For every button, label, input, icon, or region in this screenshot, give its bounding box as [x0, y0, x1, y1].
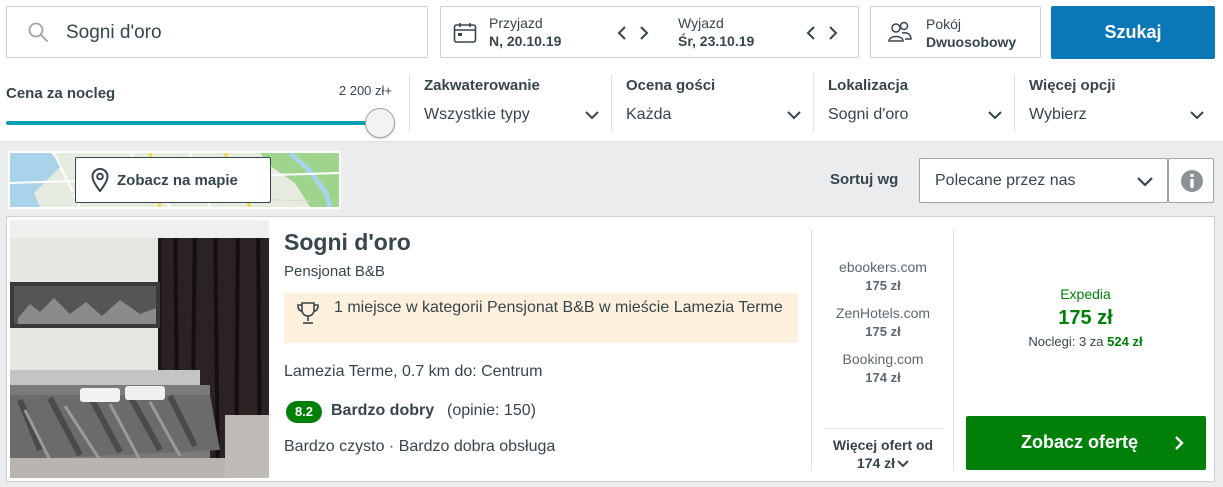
calendar-icon — [453, 23, 477, 43]
offer-price: 175 zł — [865, 324, 901, 339]
view-deal-label: Zobacz ofertę — [1021, 432, 1139, 452]
offers-divider — [825, 428, 943, 429]
sort-value: Polecane przez nas — [935, 172, 1076, 189]
destination-input[interactable]: Sogni d'oro — [6, 6, 428, 58]
hotel-photo-image — [10, 220, 269, 478]
checkout-arrows — [804, 21, 842, 45]
sort-label: Sortuj wg — [830, 171, 899, 188]
chevron-down-icon — [787, 111, 801, 120]
search-icon — [28, 22, 48, 42]
chevron-right-icon — [1175, 436, 1184, 450]
filter-accommodation-title: Zakwaterowanie — [424, 77, 540, 94]
nights-total: 524 zł — [1107, 334, 1143, 349]
view-deal-button[interactable]: Zobacz ofertę — [966, 416, 1206, 470]
search-bar: Sogni d'oro Przyjazd N, 20.10.19 Wyjazd … — [0, 0, 1223, 68]
nights-summary: Noclegi: 3 za 524 zł — [955, 334, 1216, 349]
checkin-label: Przyjazd — [489, 15, 543, 31]
chevron-right-icon — [829, 26, 838, 40]
filter-bar: Cena za nocleg 2 200 zł+ Zakwaterowanie … — [0, 68, 1223, 142]
chevron-down-icon — [1137, 177, 1153, 187]
chevron-right-icon — [640, 26, 649, 40]
filter-guest-rating[interactable]: Ocena gości Każda — [611, 74, 813, 132]
chevron-left-icon — [617, 26, 626, 40]
filter-location[interactable]: Lokalizacja Sogni d'oro — [813, 74, 1014, 132]
hotel-result-card: Sogni d'oro Pensjonat B&B 1 miejsce w ka… — [6, 216, 1215, 482]
price-slider-handle[interactable] — [365, 108, 395, 138]
price-slider-track[interactable] — [6, 121, 382, 125]
offer-price: 174 zł — [865, 370, 901, 385]
info-icon — [1181, 170, 1203, 192]
destination-value: Sogni d'oro — [66, 22, 162, 43]
checkout-value: Śr, 23.10.19 — [678, 33, 755, 49]
award-text: 1 miejsce w kategorii Pensjonat B&B w mi… — [334, 299, 783, 316]
chevron-down-icon — [988, 111, 1002, 120]
offer-booking[interactable]: Booking.com 174 zł — [813, 351, 953, 385]
offer-price: 175 zł — [865, 278, 901, 293]
checkin-value: N, 20.10.19 — [489, 33, 562, 49]
hotel-location: Lamezia Terme, 0.7 km do: Centrum — [284, 363, 543, 380]
filter-location-title: Lokalizacja — [828, 77, 909, 94]
checkout-next-button[interactable] — [826, 21, 840, 45]
filter-more-options[interactable]: Więcej opcji Wybierz — [1014, 74, 1216, 132]
checkout-label: Wyjazd — [678, 15, 724, 31]
column-divider — [953, 229, 954, 471]
hotel-photo[interactable] — [10, 220, 269, 478]
more-offers-label: Więcej ofert od — [832, 437, 934, 453]
trophy-icon — [297, 302, 319, 324]
rating-score-badge: 8.2 — [286, 401, 322, 423]
search-button[interactable]: Szukaj — [1051, 6, 1215, 59]
price-max-label: 2 200 zł+ — [338, 83, 392, 98]
more-offers-price: 174 zł — [856, 455, 896, 471]
checkin-next-button[interactable] — [637, 21, 651, 45]
date-picker[interactable]: Przyjazd N, 20.10.19 Wyjazd Śr, 23.10.19 — [440, 6, 859, 58]
see-on-map-label: Zobacz na mapie — [117, 172, 238, 189]
offer-site: ebookers.com — [839, 259, 927, 275]
column-divider — [811, 229, 812, 471]
see-on-map-button[interactable]: Zobacz na mapie — [75, 157, 271, 203]
more-offers-button[interactable]: Więcej ofert od 174 zł — [813, 437, 953, 471]
filter-more-options-value: Wybierz — [1029, 106, 1087, 123]
checkout-date[interactable]: Wyjazd Śr, 23.10.19 — [678, 15, 754, 49]
chevron-left-icon — [806, 26, 815, 40]
rating-count: (opinie: 150) — [447, 402, 536, 419]
chevron-down-icon — [1190, 111, 1204, 120]
more-offers-price-row: 174 zł — [813, 455, 953, 471]
checkin-prev-button[interactable] — [615, 21, 629, 45]
offer-zenhotels[interactable]: ZenHotels.com 175 zł — [813, 305, 953, 339]
room-selector[interactable]: Pokój Dwuosobowy — [870, 6, 1041, 58]
hotel-type: Pensjonat B&B — [284, 263, 385, 280]
filter-more-options-title: Więcej opcji — [1029, 77, 1116, 94]
review-highlights: Bardzo czysto · Bardzo dobra obsługa — [284, 438, 556, 455]
nights-prefix: Noclegi: 3 za — [1028, 334, 1104, 349]
hotel-name-link[interactable]: Sogni d'oro — [284, 229, 411, 256]
sort-info-button[interactable] — [1168, 158, 1214, 203]
filter-guest-rating-value: Każda — [626, 106, 672, 123]
filter-accommodation-value: Wszystkie typy — [424, 106, 530, 123]
award-banner: 1 miejsce w kategorii Pensjonat B&B w mi… — [284, 293, 798, 343]
best-offer-site: Expedia — [1060, 286, 1111, 302]
filter-location-value: Sogni d'oro — [828, 106, 909, 123]
checkin-arrows — [615, 21, 653, 45]
price-filter: Cena za nocleg 2 200 zł+ — [6, 76, 396, 138]
sort-select[interactable]: Polecane przez nas — [919, 158, 1168, 203]
offer-site: ZenHotels.com — [835, 305, 931, 321]
rating-text: Bardzo dobry — [331, 402, 435, 419]
offer-site: Booking.com — [842, 351, 924, 367]
room-value: Dwuosobowy — [926, 34, 1017, 50]
best-offer-price: 175 zł — [1058, 307, 1113, 329]
offer-ebookers[interactable]: ebookers.com 175 zł — [813, 259, 953, 293]
filter-accommodation[interactable]: Zakwaterowanie Wszystkie typy — [409, 74, 611, 132]
chevron-down-icon — [897, 460, 909, 468]
room-label: Pokój — [926, 16, 962, 32]
guests-icon — [888, 21, 912, 42]
map-pin-icon — [91, 168, 109, 192]
price-filter-title: Cena za nocleg — [6, 85, 116, 102]
checkout-prev-button[interactable] — [804, 21, 818, 45]
filter-guest-rating-title: Ocena gości — [626, 77, 716, 94]
checkin-date[interactable]: Przyjazd N, 20.10.19 — [489, 15, 561, 49]
chevron-down-icon — [585, 111, 599, 120]
